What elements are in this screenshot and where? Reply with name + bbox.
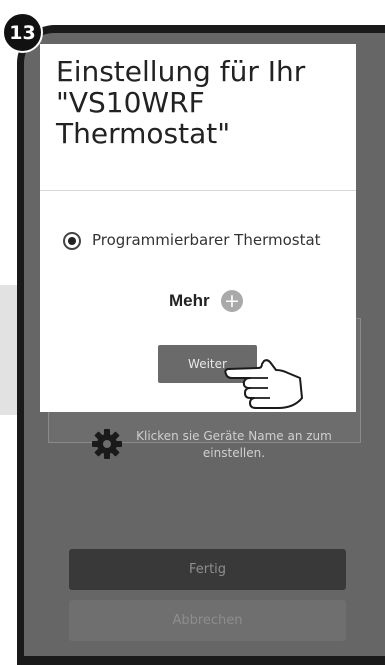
thermostat-radio-label[interactable]: Programmierbarer Thermostat: [92, 231, 321, 249]
dialog-divider: [40, 190, 356, 191]
hand-pointer-icon: [224, 359, 303, 409]
cancel-button[interactable]: Abbrechen: [69, 600, 346, 641]
dialog-title: Einstellung für Ihr "VS10WRF Thermostat": [56, 55, 306, 150]
settings-dialog: Einstellung für Ihr "VS10WRF Thermostat"…: [40, 44, 356, 412]
radio-selected-dot: [68, 237, 76, 245]
gear-icon[interactable]: [91, 428, 123, 460]
device-hint-text: Klicken sie Geräte Name an zum einstelle…: [136, 429, 332, 460]
step-number-badge: 13: [2, 12, 43, 53]
more-label[interactable]: Mehr: [169, 291, 210, 311]
done-button[interactable]: Fertig: [69, 549, 346, 590]
thermostat-radio-button[interactable]: [63, 232, 81, 250]
plus-icon[interactable]: +: [221, 290, 243, 312]
